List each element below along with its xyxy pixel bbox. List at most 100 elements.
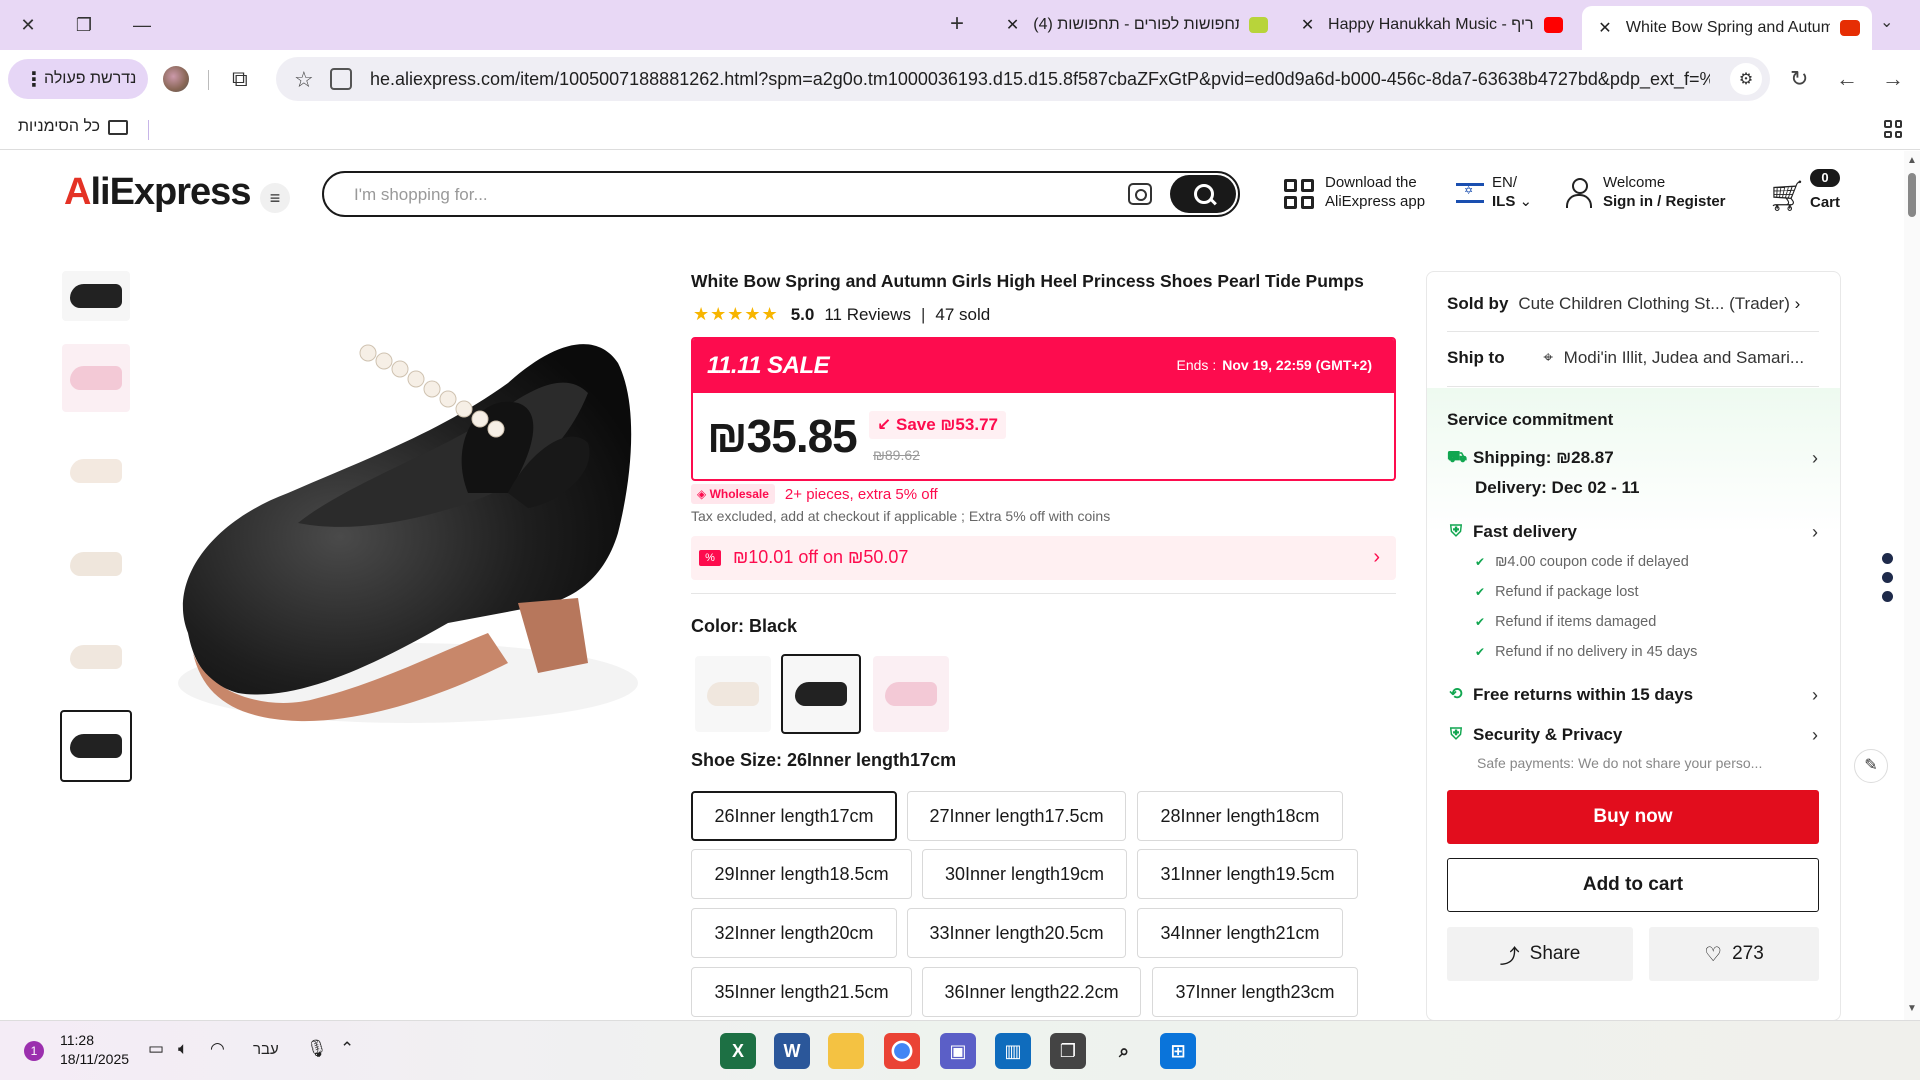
apps-grid-icon[interactable] [1884,120,1902,138]
tab-search-chevron-icon[interactable]: ⌄ [1880,12,1893,32]
volume-icon[interactable]: 🔈︎ [178,1039,188,1059]
color-swatch-white[interactable] [695,656,771,732]
thumbnail-3[interactable] [62,437,130,505]
notification-badge[interactable]: 1 [24,1041,44,1061]
search-bar[interactable]: I'm shopping for... [322,171,1240,217]
thumbnail-1[interactable] [62,271,130,321]
buy-now-button[interactable]: Buy now [1447,790,1819,844]
tab-costumes[interactable]: ✕ (4) תחפושות לפורים - תחפושות [990,6,1280,44]
free-returns-row[interactable]: ⟲ Free returns within 15 days [1447,685,1693,705]
search-input[interactable]: I'm shopping for... [354,185,488,205]
thumbnail-6-selected[interactable] [60,710,132,782]
chevron-right-icon[interactable]: › [1812,448,1818,469]
restore-window-icon[interactable]: ❐ [64,8,104,42]
download-app-link[interactable]: Download the AliExpress app [1325,173,1425,211]
section-nav-dot[interactable] [1882,591,1893,602]
aliexpress-logo[interactable]: AliExpress [64,171,251,214]
file-explorer-icon[interactable] [828,1033,864,1069]
clock[interactable]: 11:28 18/11/2025 [60,1031,129,1069]
qr-code-icon[interactable] [1284,179,1314,209]
ship-to-row[interactable]: Ship to ⌖ Modi'in Illit, Judea and Samar… [1447,348,1804,368]
chevron-right-icon[interactable]: › [1812,725,1818,746]
scroll-up-icon[interactable]: ▲ [1907,155,1917,166]
color-swatch-black-selected[interactable] [781,654,861,734]
size-option[interactable]: 35Inner length21.5cm [691,967,912,1017]
reload-icon[interactable]: ↻ [1790,66,1808,92]
tab-close-icon[interactable]: ✕ [1594,18,1616,38]
wishlist-button[interactable]: ♡ 273 [1649,927,1819,981]
page-scrollbar[interactable]: ▲ ▼ [1904,151,1920,1020]
chevron-up-icon[interactable]: ⌃ [340,1039,354,1059]
size-option[interactable]: 36Inner length22.2cm [922,967,1141,1017]
forward-icon[interactable]: → [1882,66,1904,92]
categories-menu-icon[interactable]: ≡ [260,183,290,213]
minimize-window-icon[interactable]: — [122,8,162,42]
add-to-cart-button[interactable]: Add to cart [1447,858,1819,912]
size-option[interactable]: 34Inner length21cm [1137,908,1343,958]
size-option[interactable]: 27Inner length17.5cm [907,791,1126,841]
chevron-right-icon[interactable]: › [1812,685,1818,706]
url-text[interactable]: he.aliexpress.com/item/1005007188881262.… [370,69,1710,90]
cart-icon[interactable]: 🛒︎ [1768,179,1806,214]
search-icon[interactable]: ⌕ [1106,1033,1142,1069]
store-icon[interactable]: ▥ [995,1033,1031,1069]
edit-pencil-icon[interactable]: ✎ [1854,749,1888,783]
shipping-row[interactable]: ⛟ Shipping: ₪28.87 [1447,448,1614,468]
image-search-icon[interactable] [1128,183,1152,205]
thumbnail-5[interactable] [62,623,130,691]
tab-hanukkah-music[interactable]: ✕ Happy Hanukkah Music - בריף [1285,6,1575,44]
profile-avatar[interactable] [163,66,189,92]
tab-close-icon[interactable]: ✕ [1297,15,1318,35]
coupon-banner[interactable]: % ₪10.01 off on ₪50.07 › [691,536,1396,580]
bookmark-star-icon[interactable]: ☆ [294,67,314,93]
site-settings-icon[interactable]: ⚙ [1730,63,1762,95]
share-button[interactable]: ⤴ Share [1447,927,1633,981]
language-indicator[interactable]: עבר [253,1041,279,1058]
size-option[interactable]: 29Inner length18.5cm [691,849,912,899]
close-window-icon[interactable]: ✕ [8,8,48,42]
ship-to-value[interactable]: Modi'in Illit, Judea and Samari... [1564,348,1804,367]
all-bookmarks-button[interactable]: כל הסימניות [18,118,129,136]
seller-name[interactable]: Cute Children Clothing St... (Trader) [1518,294,1789,313]
thumbnail-2[interactable] [62,344,130,412]
cart-link[interactable]: Cart [1810,193,1840,212]
teams-icon[interactable]: ▣ [940,1033,976,1069]
task-view-icon[interactable]: ❐ [1050,1033,1086,1069]
extensions-icon[interactable]: ⧉ [232,66,256,91]
account-link[interactable]: Welcome Sign in / Register [1603,173,1726,211]
size-option[interactable]: 31Inner length19.5cm [1137,849,1358,899]
size-option[interactable]: 33Inner length20.5cm [907,908,1126,958]
windows-start-icon[interactable]: ⊞ [1160,1033,1196,1069]
scroll-thumb[interactable] [1908,173,1916,217]
site-info-icon[interactable] [330,68,352,90]
reviews-link[interactable]: 11 Reviews [824,305,911,325]
size-option[interactable]: 26Inner length17cm [691,791,897,841]
scroll-down-icon[interactable]: ▼ [1907,1003,1917,1014]
sold-by-row[interactable]: Sold by Cute Children Clothing St... (Tra… [1447,294,1800,314]
battery-icon[interactable]: ▭ [148,1039,164,1059]
back-icon[interactable]: ← [1836,66,1858,92]
microphone-icon[interactable]: 🎙︎ [306,1039,328,1059]
size-option[interactable]: 28Inner length18cm [1137,791,1343,841]
security-row[interactable]: ⛨ Security & Privacy [1447,725,1622,745]
tab-close-icon[interactable]: ✕ [1002,15,1023,35]
thumbnail-4[interactable] [62,530,130,598]
language-currency-selector[interactable]: EN/ ILS ⌄ [1492,173,1532,211]
word-icon[interactable]: W [774,1033,810,1069]
main-product-image[interactable] [148,243,662,761]
search-button[interactable] [1170,175,1236,213]
size-option[interactable]: 32Inner length20cm [691,908,897,958]
size-option[interactable]: 30Inner length19cm [922,849,1127,899]
tab-aliexpress-active[interactable]: ✕ White Bow Spring and Autumn [1582,6,1872,50]
excel-icon[interactable]: X [720,1033,756,1069]
wifi-icon[interactable]: ◠ [210,1039,225,1059]
user-icon[interactable] [1565,178,1593,210]
size-option[interactable]: 37Inner length23cm [1152,967,1358,1017]
section-nav-dot[interactable] [1882,572,1893,583]
chrome-icon[interactable] [884,1033,920,1069]
new-tab-icon[interactable]: + [950,10,964,38]
section-nav-dot[interactable] [1882,553,1893,564]
action-required-button[interactable]: ⋮ נדרשת פעולה [8,59,148,99]
fast-delivery-row[interactable]: ⛨ Fast delivery [1447,522,1577,542]
address-bar[interactable]: ☆ he.aliexpress.com/item/100500718888126… [276,57,1770,101]
